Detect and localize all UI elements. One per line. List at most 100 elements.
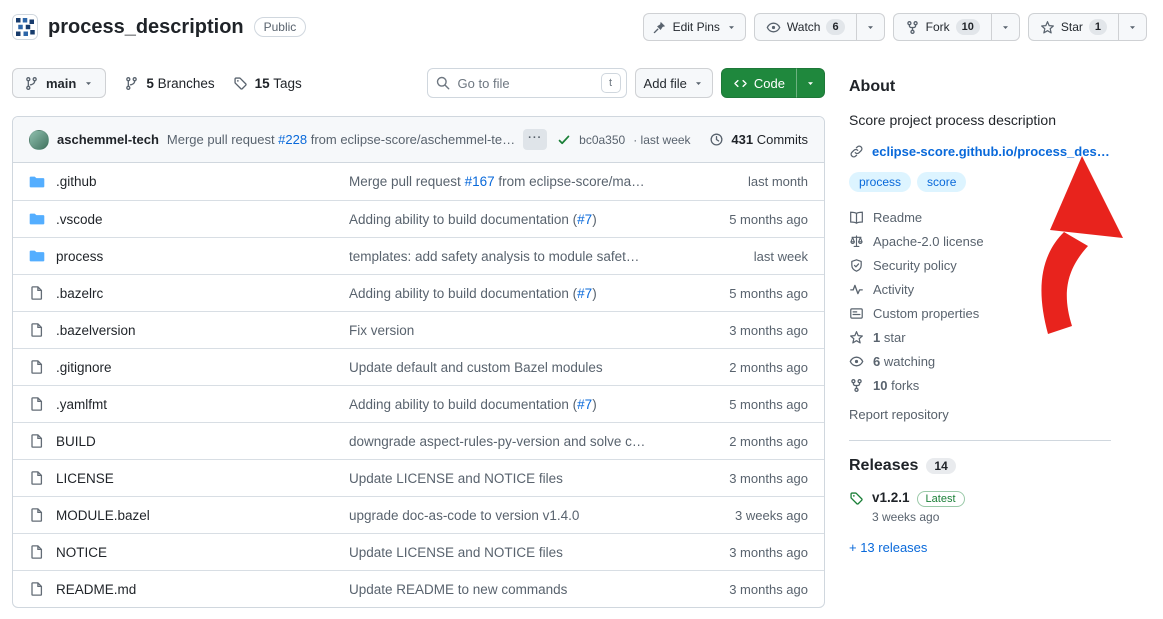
- file-name-link[interactable]: MODULE.bazel: [56, 508, 150, 523]
- code-icon: [733, 76, 748, 91]
- watch-count: 6: [826, 19, 844, 35]
- about-meta-item[interactable]: Security policy: [849, 258, 1111, 273]
- about-sidebar: About Score project process description …: [849, 50, 1111, 555]
- release-version-link[interactable]: v1.2.1: [872, 490, 910, 505]
- pr-link[interactable]: #228: [278, 132, 307, 147]
- commit-message-link[interactable]: Adding ability to build documentation (#…: [349, 212, 658, 227]
- file-name-link[interactable]: .vscode: [56, 212, 103, 227]
- git-branch-icon: [124, 76, 139, 91]
- commit-message-link[interactable]: Update default and custom Bazel modules: [349, 360, 658, 375]
- checks-passed-icon[interactable]: [557, 133, 571, 147]
- more-releases-link[interactable]: + 13 releases: [849, 540, 927, 555]
- commit-author-avatar[interactable]: [29, 130, 49, 150]
- table-row[interactable]: .bazelversion Fix version 3 months ago: [13, 311, 824, 348]
- issue-link[interactable]: #7: [577, 212, 592, 227]
- topics-list: process score: [849, 172, 1111, 192]
- topic-pill[interactable]: process: [849, 172, 911, 192]
- table-row[interactable]: BUILD downgrade aspect-rules-py-version …: [13, 422, 824, 459]
- commit-author-link[interactable]: aschemmel-tech: [57, 132, 159, 147]
- commit-time: last month: [658, 174, 808, 189]
- table-row[interactable]: .vscode Adding ability to build document…: [13, 200, 824, 237]
- tag-icon: [233, 76, 248, 91]
- website-link[interactable]: eclipse-score.github.io/process_descr…: [872, 144, 1111, 159]
- edit-pins-label: Edit Pins: [673, 20, 720, 34]
- repo-description: Score project process description: [849, 110, 1111, 130]
- file-name-link[interactable]: .bazelversion: [56, 323, 136, 338]
- about-meta-item[interactable]: Apache-2.0 license: [849, 234, 1111, 249]
- tags-link[interactable]: 15 Tags: [233, 76, 302, 91]
- file-name-link[interactable]: README.md: [56, 582, 136, 597]
- about-meta-item[interactable]: Custom properties: [849, 306, 1111, 321]
- table-row[interactable]: .bazelrc Adding ability to build documen…: [13, 274, 824, 311]
- history-icon: [709, 132, 724, 147]
- commit-history-link[interactable]: 431 Commits: [709, 132, 808, 147]
- star-button[interactable]: Star 1: [1028, 13, 1118, 41]
- table-row[interactable]: README.md Update README to new commands …: [13, 570, 824, 607]
- commit-message-link[interactable]: Adding ability to build documentation (#…: [349, 286, 658, 301]
- issue-link[interactable]: #7: [577, 286, 592, 301]
- table-row[interactable]: process templates: add safety analysis t…: [13, 237, 824, 274]
- commit-message-link[interactable]: Fix version: [349, 323, 658, 338]
- commit-message-link[interactable]: downgrade aspect-rules-py-version and so…: [349, 434, 658, 449]
- watch-label: Watch: [787, 20, 821, 34]
- report-repository-link[interactable]: Report repository: [849, 407, 949, 422]
- releases-count-badge: 14: [926, 458, 955, 474]
- fork-button[interactable]: Fork 10: [893, 13, 991, 41]
- edit-pins-button[interactable]: Edit Pins: [643, 13, 746, 41]
- page-title[interactable]: process_description: [48, 16, 244, 39]
- about-meta-item[interactable]: Readme: [849, 210, 1111, 225]
- watch-button[interactable]: Watch 6: [754, 13, 856, 41]
- file-name-link[interactable]: NOTICE: [56, 545, 107, 560]
- table-row[interactable]: .github Merge pull request #167 from ecl…: [13, 163, 824, 200]
- code-dropdown-button[interactable]: [796, 68, 825, 98]
- table-row[interactable]: .yamlfmt Adding ability to build documen…: [13, 385, 824, 422]
- watch-dropdown-button[interactable]: [856, 13, 885, 41]
- about-meta-item[interactable]: Activity: [849, 282, 1111, 297]
- go-to-file-input[interactable]: [427, 68, 627, 98]
- file-name-link[interactable]: .yamlfmt: [56, 397, 107, 412]
- org-avatar[interactable]: [12, 14, 38, 40]
- file-name-link[interactable]: .github: [56, 174, 97, 189]
- release-time: 3 weeks ago: [872, 510, 965, 524]
- commit-message-link[interactable]: Merge pull request #167 from eclipse-sco…: [349, 174, 658, 189]
- file-name-link[interactable]: BUILD: [56, 434, 96, 449]
- current-branch-label: main: [46, 76, 76, 91]
- table-row[interactable]: MODULE.bazel upgrade doc-as-code to vers…: [13, 496, 824, 533]
- commit-message-link[interactable]: Adding ability to build documentation (#…: [349, 397, 658, 412]
- commit-message-link[interactable]: Update LICENSE and NOTICE files: [349, 545, 658, 560]
- about-meta-item[interactable]: 10 forks: [849, 378, 1111, 393]
- book-icon: [849, 210, 864, 225]
- branch-selector[interactable]: main: [12, 68, 106, 98]
- commit-message-expand-button[interactable]: ···: [523, 129, 547, 150]
- file-name-link[interactable]: LICENSE: [56, 471, 114, 486]
- keyboard-hint-t: t: [601, 73, 621, 93]
- file-name-link[interactable]: .gitignore: [56, 360, 112, 375]
- issue-link[interactable]: #167: [465, 174, 495, 189]
- add-file-button[interactable]: Add file: [635, 68, 713, 98]
- commit-message[interactable]: Merge pull request #228 from eclipse-sco…: [167, 132, 515, 147]
- commit-sha-link[interactable]: bc0a350: [579, 133, 625, 147]
- table-row[interactable]: .gitignore Update default and custom Baz…: [13, 348, 824, 385]
- file-name-link[interactable]: process: [56, 249, 103, 264]
- about-meta-item[interactable]: 1 star: [849, 330, 1111, 345]
- star-dropdown-button[interactable]: [1118, 13, 1147, 41]
- issue-link[interactable]: #7: [577, 397, 592, 412]
- search-icon: [435, 75, 451, 91]
- commit-time: 3 months ago: [658, 582, 808, 597]
- commit-message-link[interactable]: templates: add safety analysis to module…: [349, 249, 658, 264]
- star-icon: [1040, 20, 1055, 35]
- file-name-link[interactable]: .bazelrc: [56, 286, 103, 301]
- about-meta-item[interactable]: 6 watching: [849, 354, 1111, 369]
- table-row[interactable]: LICENSE Update LICENSE and NOTICE files …: [13, 459, 824, 496]
- commit-message-link[interactable]: Update README to new commands: [349, 582, 658, 597]
- table-row[interactable]: NOTICE Update LICENSE and NOTICE files 3…: [13, 533, 824, 570]
- releases-title[interactable]: Releases: [849, 457, 918, 475]
- branches-link[interactable]: 5 Branches: [124, 76, 214, 91]
- commit-message-link[interactable]: upgrade doc-as-code to version v1.4.0: [349, 508, 658, 523]
- code-button[interactable]: Code: [721, 68, 796, 98]
- topic-pill[interactable]: score: [917, 172, 966, 192]
- commit-message-link[interactable]: Update LICENSE and NOTICE files: [349, 471, 658, 486]
- pin-icon: [652, 20, 667, 35]
- code-button-group: Code: [721, 68, 825, 98]
- fork-dropdown-button[interactable]: [991, 13, 1020, 41]
